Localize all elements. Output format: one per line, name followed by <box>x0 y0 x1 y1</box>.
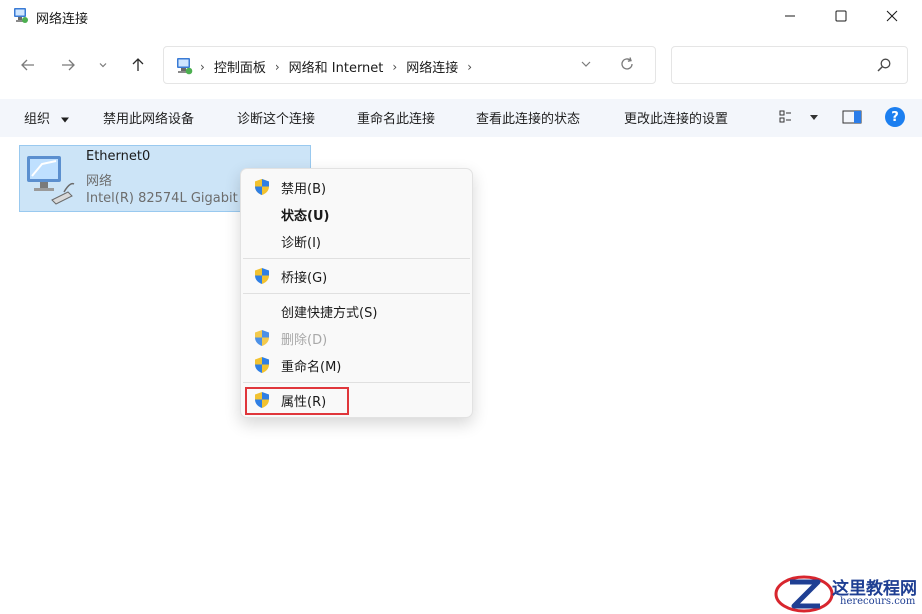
menu-item-status[interactable]: 状态(U) <box>241 200 472 227</box>
minimize-icon <box>785 15 795 17</box>
search-icon[interactable] <box>876 57 892 73</box>
search-input[interactable] <box>671 46 908 84</box>
preview-pane-icon <box>842 110 862 124</box>
recent-locations-button[interactable] <box>92 51 114 79</box>
diagnose-connection-button[interactable]: 诊断这个连接 <box>237 108 315 127</box>
help-icon: ? <box>891 109 899 125</box>
menu-item-label: 删除(D) <box>281 333 328 348</box>
menu-item-label: 禁用(B) <box>281 182 327 197</box>
ethernet-adapter-icon <box>27 156 75 205</box>
maximize-icon <box>835 10 847 22</box>
close-button[interactable] <box>869 0 915 32</box>
menu-item-delete: 删除(D) <box>241 324 472 351</box>
breadcrumb: › 控制面板 › 网络和 Internet › 网络连接 › <box>200 57 481 77</box>
chevron-down-icon <box>581 61 591 67</box>
menu-item-label: 桥接(G) <box>281 271 328 286</box>
chevron-right-icon: › <box>200 59 205 74</box>
preview-pane-button[interactable] <box>842 109 862 129</box>
menu-item-label: 创建快捷方式(S) <box>281 306 378 321</box>
highlight-annotation <box>245 387 349 415</box>
address-history-button[interactable] <box>580 57 592 75</box>
menu-separator <box>243 293 470 294</box>
menu-item-diagnose[interactable]: 诊断(I) <box>241 227 472 254</box>
network-connections-icon <box>14 8 28 23</box>
rename-connection-button[interactable]: 重命名此连接 <box>357 108 435 127</box>
arrow-up-icon <box>132 58 144 71</box>
menu-item-create-shortcut[interactable]: 创建快捷方式(S) <box>241 297 472 324</box>
uac-shield-icon <box>255 357 269 373</box>
breadcrumb-network-connections[interactable]: 网络连接 <box>406 57 458 76</box>
breadcrumb-network-internet[interactable]: 网络和 Internet <box>289 57 384 76</box>
refresh-button[interactable] <box>619 56 635 76</box>
breadcrumb-control-panel[interactable]: 控制面板 <box>214 57 266 76</box>
connection-adapter: Intel(R) 82574L Gigabit <box>86 191 238 206</box>
up-button[interactable] <box>124 51 152 79</box>
connection-name: Ethernet0 <box>86 149 151 164</box>
minimize-button[interactable] <box>767 0 813 32</box>
menu-item-label: 重命名(M) <box>281 360 342 375</box>
command-bar: 组织 禁用此网络设备 诊断这个连接 重命名此连接 查看此连接的状态 更改此连接的… <box>0 99 922 137</box>
context-menu: 禁用(B) 状态(U) 诊断(I) 桥接(G) 创建快捷方式(S) 删除(D) <box>240 168 473 418</box>
control-panel-icon <box>177 58 193 75</box>
uac-shield-icon <box>255 268 269 284</box>
change-settings-button[interactable]: 更改此连接的设置 <box>624 108 728 127</box>
arrow-right-icon <box>62 59 75 71</box>
menu-separator <box>243 258 470 259</box>
title-bar: 网络连接 <box>0 0 922 34</box>
maximize-button[interactable] <box>818 0 864 32</box>
back-button[interactable] <box>14 51 42 79</box>
menu-item-disable[interactable]: 禁用(B) <box>241 173 472 200</box>
help-button[interactable]: ? <box>885 107 905 127</box>
chevron-right-icon: › <box>392 59 398 74</box>
menu-item-bridge[interactable]: 桥接(G) <box>241 262 472 289</box>
forward-button[interactable] <box>54 51 82 79</box>
organize-menu-button[interactable]: 组织 <box>24 108 70 127</box>
chevron-right-icon[interactable]: › <box>467 60 472 74</box>
watermark-url: herecours.com <box>840 596 916 607</box>
connection-type: 网络 <box>86 174 113 189</box>
organize-label: 组织 <box>24 112 51 127</box>
disable-device-button[interactable]: 禁用此网络设备 <box>103 108 194 127</box>
chevron-right-icon: › <box>274 59 280 74</box>
caret-down-icon <box>61 117 70 122</box>
window-title: 网络连接 <box>36 12 89 27</box>
menu-separator <box>243 382 470 383</box>
view-options-button[interactable] <box>779 109 819 129</box>
menu-item-rename[interactable]: 重命名(M) <box>241 351 472 378</box>
uac-shield-icon <box>255 179 269 195</box>
view-status-button[interactable]: 查看此连接的状态 <box>476 108 580 127</box>
view-list-icon <box>779 110 791 123</box>
address-bar[interactable]: › 控制面板 › 网络和 Internet › 网络连接 › <box>163 46 656 84</box>
menu-item-label: 状态(U) <box>281 209 330 224</box>
chevron-down-icon <box>99 63 107 68</box>
caret-down-icon <box>810 115 819 120</box>
arrow-left-icon <box>21 59 34 71</box>
menu-item-label: 诊断(I) <box>281 236 321 251</box>
refresh-icon <box>621 57 633 70</box>
close-icon <box>886 10 898 22</box>
uac-shield-icon <box>255 330 269 346</box>
